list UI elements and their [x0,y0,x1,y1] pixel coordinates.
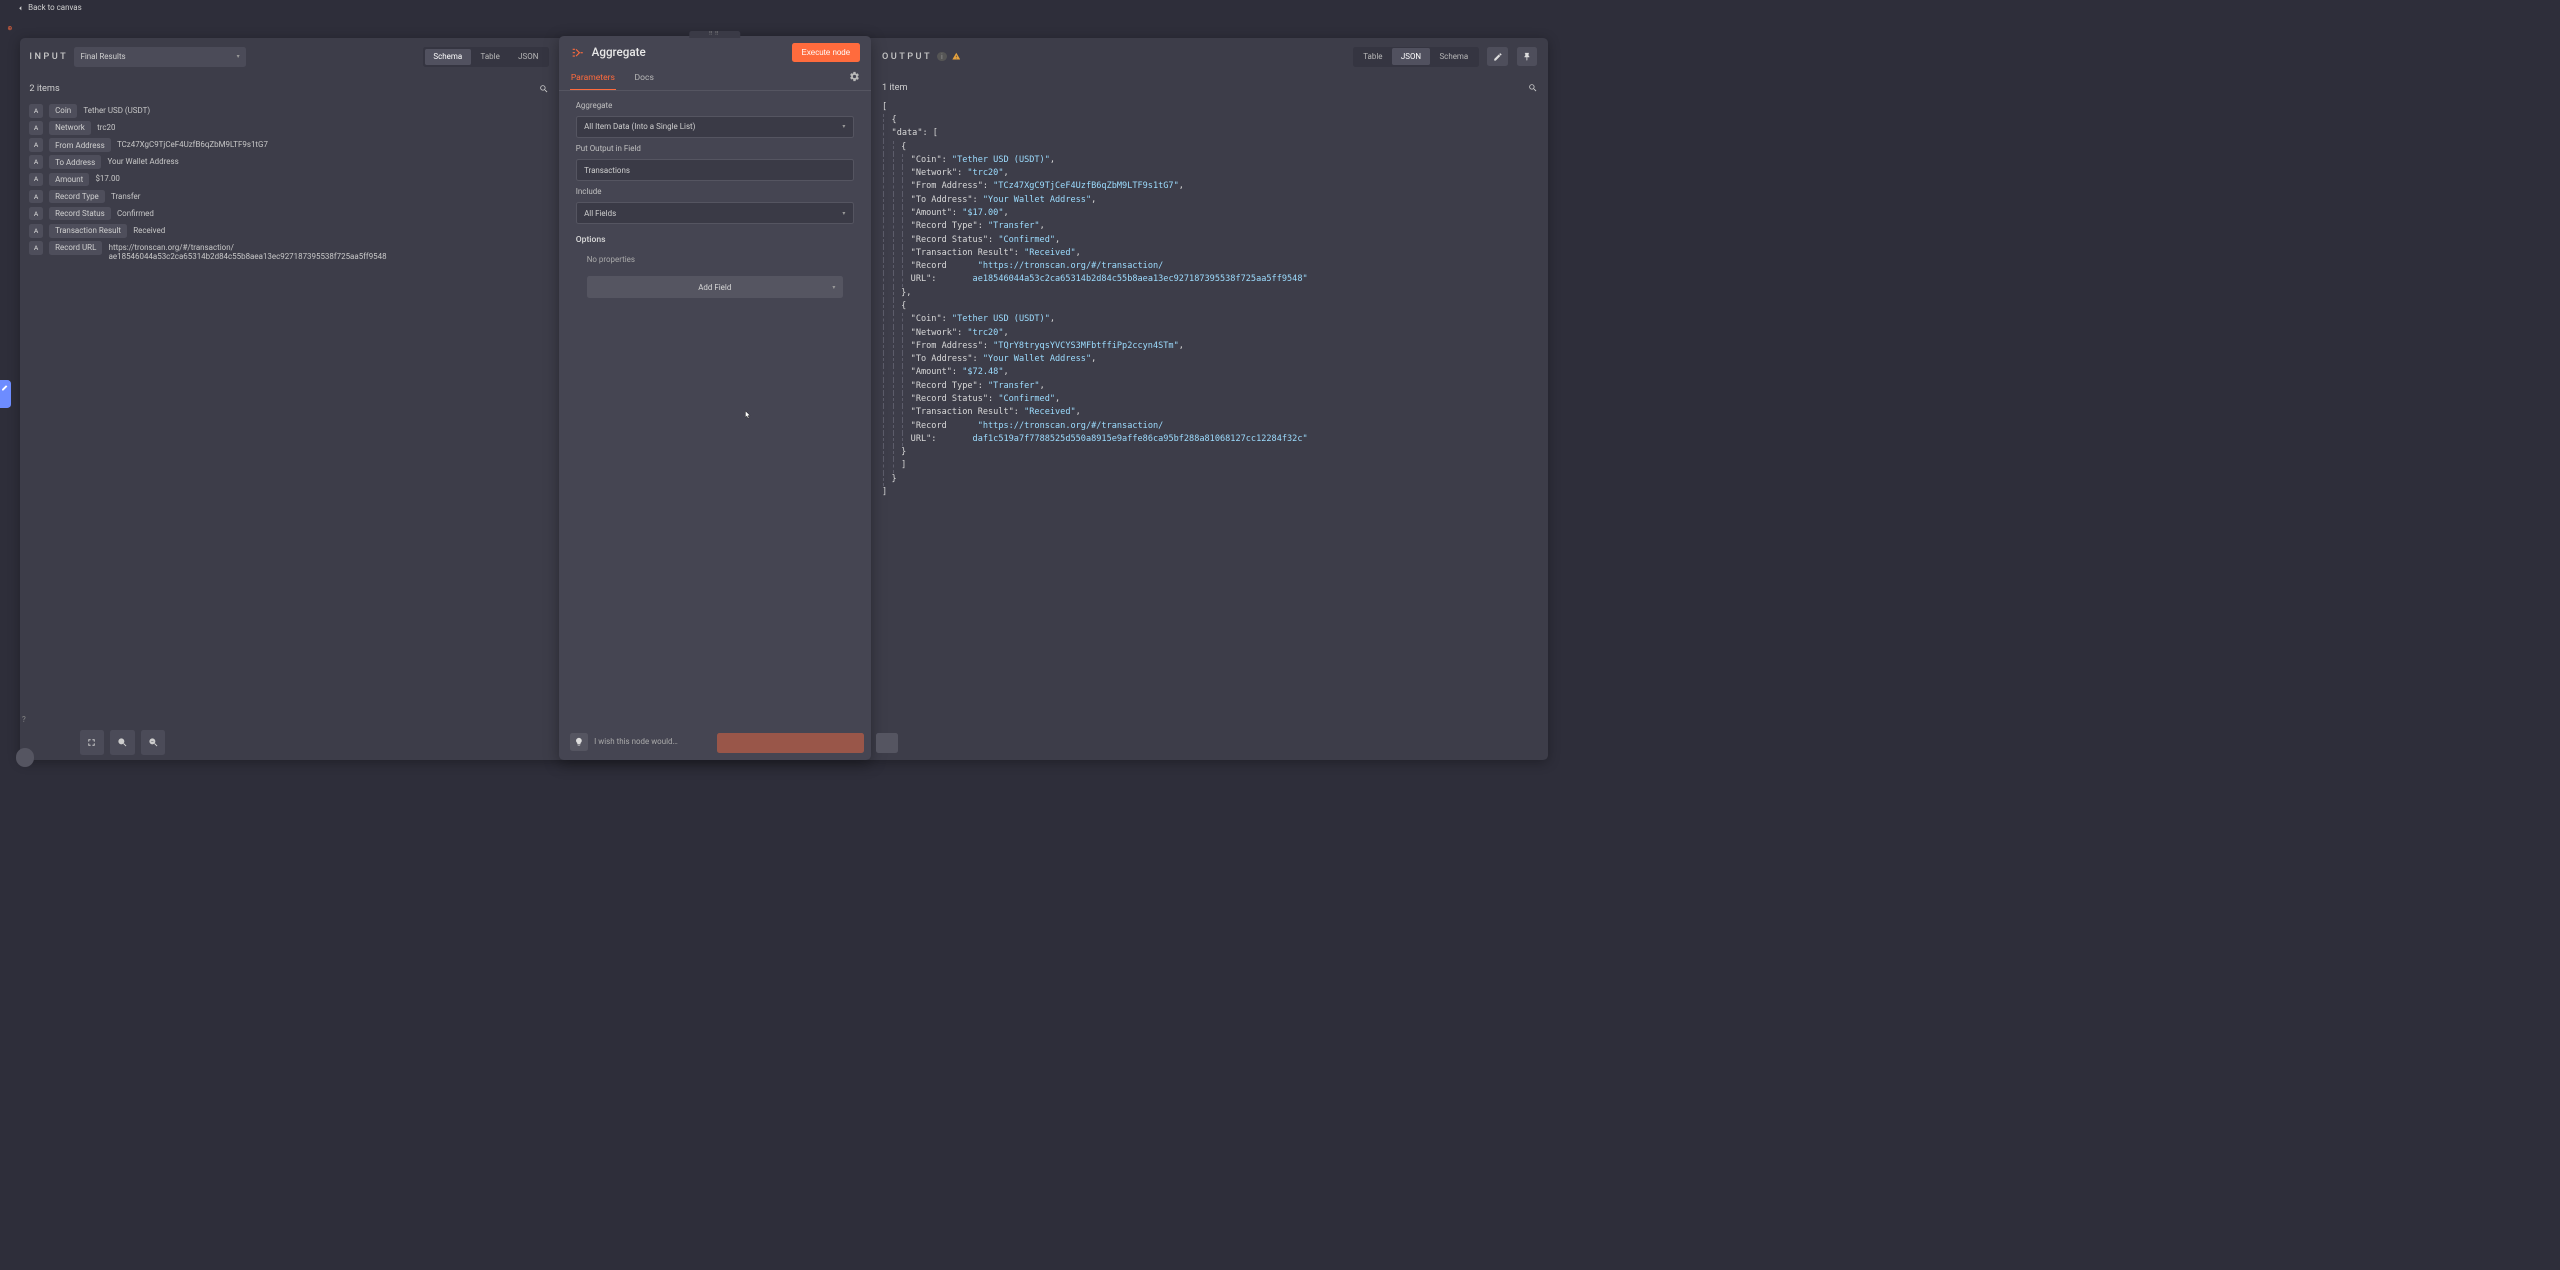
input-source-select[interactable]: Final Results ▾ [74,47,246,68]
options-heading: Options [576,235,854,245]
obscured-button[interactable] [876,733,898,754]
field-value: https://tronscan.org/#/transaction/ ae18… [109,241,446,261]
fit-view-button[interactable] [80,730,105,755]
no-properties-text: No properties [576,255,854,264]
type-badge: A [29,224,42,237]
field-key[interactable]: From Address [49,138,111,151]
output-view-tabs: Table JSON Schema [1353,47,1479,67]
type-badge: A [29,121,42,134]
tab-schema[interactable]: Schema [425,49,471,65]
schema-row[interactable]: A Coin Tether USD (USDT) [29,104,548,117]
param-include-select[interactable]: All Fields ▾ [576,202,854,224]
field-value: $17.00 [95,173,119,184]
node-title: Aggregate [592,45,646,59]
lightbulb-icon[interactable] [570,733,588,751]
search-icon[interactable] [539,84,549,94]
zoom-out-button[interactable] [141,730,166,755]
type-badge: A [29,104,42,117]
output-items-count: 1 item [882,82,908,93]
execute-node-button[interactable]: Execute node [792,43,860,62]
field-value: Tether USD (USDT) [83,104,150,115]
type-badge: A [29,155,42,168]
wish-text[interactable]: I wish this node would… [594,737,678,746]
gear-icon[interactable] [849,71,860,82]
avatar[interactable] [16,748,34,766]
param-put-output-input[interactable]: Transactions [576,159,854,181]
tab-table[interactable]: Table [1355,48,1391,64]
schema-row[interactable]: A Record URL https://tronscan.org/#/transa… [29,241,548,261]
schema-row[interactable]: A Network trc20 [29,121,548,134]
aggregate-node-icon [570,44,586,60]
type-badge: A [29,241,42,254]
chevron-down-icon: ▾ [842,123,845,130]
edit-output-button[interactable] [1487,47,1508,67]
input-items-count: 2 items [29,83,59,94]
field-key[interactable]: To Address [49,155,101,168]
schema-row[interactable]: A From Address TCz47XgC9TjCeF4UzfB6qZbM9LT… [29,138,548,151]
input-heading: INPUT [29,51,68,62]
add-field-button[interactable]: Add Field ▾ [587,276,843,298]
tab-docs[interactable]: Docs [633,68,655,90]
tab-parameters[interactable]: Parameters [570,68,617,90]
output-panel: OUTPUT i Table JSON Schema 1 item [871,38,1548,760]
info-icon[interactable]: i [937,52,947,62]
chevron-down-icon: ▾ [842,210,845,217]
param-put-output-label: Put Output in Field [576,144,854,153]
field-key[interactable]: Record Status [49,207,111,220]
warning-icon[interactable] [952,52,961,61]
field-key[interactable]: Coin [49,104,77,117]
tab-table[interactable]: Table [472,49,508,65]
field-value: Received [133,224,165,235]
json-output[interactable]: [ { "data": [ { "Coin": "Tether USD (USD… [882,101,1537,499]
schema-row[interactable]: A Amount $17.00 [29,173,548,186]
drag-handle-icon[interactable]: ⠿⠿ [689,31,740,38]
field-key[interactable]: Transaction Result [49,224,127,237]
back-to-canvas-link[interactable]: Back to canvas [28,3,82,12]
param-include-label: Include [576,187,854,196]
input-view-tabs: Schema Table JSON [423,47,549,67]
node-config-panel: ⠿⠿ Aggregate Execute node Parameters Doc… [559,36,871,760]
type-badge: A [29,138,42,151]
field-key[interactable]: Amount [49,173,89,186]
type-badge: A [29,190,42,203]
canvas-glyph-icon: ⊕ [7,25,12,32]
tab-json[interactable]: JSON [510,49,547,65]
node-editor-panel: INPUT Final Results ▾ Schema Table JSON … [20,38,1549,760]
field-value: Confirmed [117,207,154,218]
type-badge: A [29,207,42,220]
obscured-execute-button[interactable] [717,733,864,754]
schema-row[interactable]: A Record Status Confirmed [29,207,548,220]
pin-output-button[interactable] [1517,47,1538,67]
field-key[interactable]: Record URL [49,241,103,254]
type-badge: A [29,173,42,186]
side-handle[interactable] [0,380,11,408]
search-icon[interactable] [1528,83,1538,93]
input-panel: INPUT Final Results ▾ Schema Table JSON … [20,38,559,760]
canvas-zoom-controls [80,730,166,755]
param-aggregate-label: Aggregate [576,101,854,110]
help-icon[interactable]: ? [22,715,26,724]
param-aggregate-select[interactable]: All Item Data (Into a Single List) ▾ [576,116,854,138]
field-value: Your Wallet Address [107,155,178,166]
schema-row[interactable]: A Transaction Result Received [29,224,548,237]
schema-row[interactable]: A Record Type Transfer [29,190,548,203]
field-value: Transfer [111,190,140,201]
zoom-in-button[interactable] [110,730,135,755]
schema-row[interactable]: A To Address Your Wallet Address [29,155,548,168]
chevron-down-icon: ▾ [832,284,835,291]
back-arrow-icon[interactable] [16,4,25,13]
tab-schema[interactable]: Schema [1431,48,1477,64]
chevron-down-icon: ▾ [237,53,240,60]
schema-list: A Coin Tether USD (USDT) A Network trc20 A From… [29,104,548,261]
field-key[interactable]: Network [49,121,91,134]
topbar: Back to canvas [0,0,1568,16]
tab-json[interactable]: JSON [1392,48,1429,64]
field-key[interactable]: Record Type [49,190,105,203]
field-value: TCz47XgC9TjCeF4UzfB6qZbM9LTF9s1tG7 [117,138,268,149]
field-value: trc20 [97,121,115,132]
output-heading: OUTPUT [882,51,932,62]
input-source-value: Final Results [80,52,125,61]
